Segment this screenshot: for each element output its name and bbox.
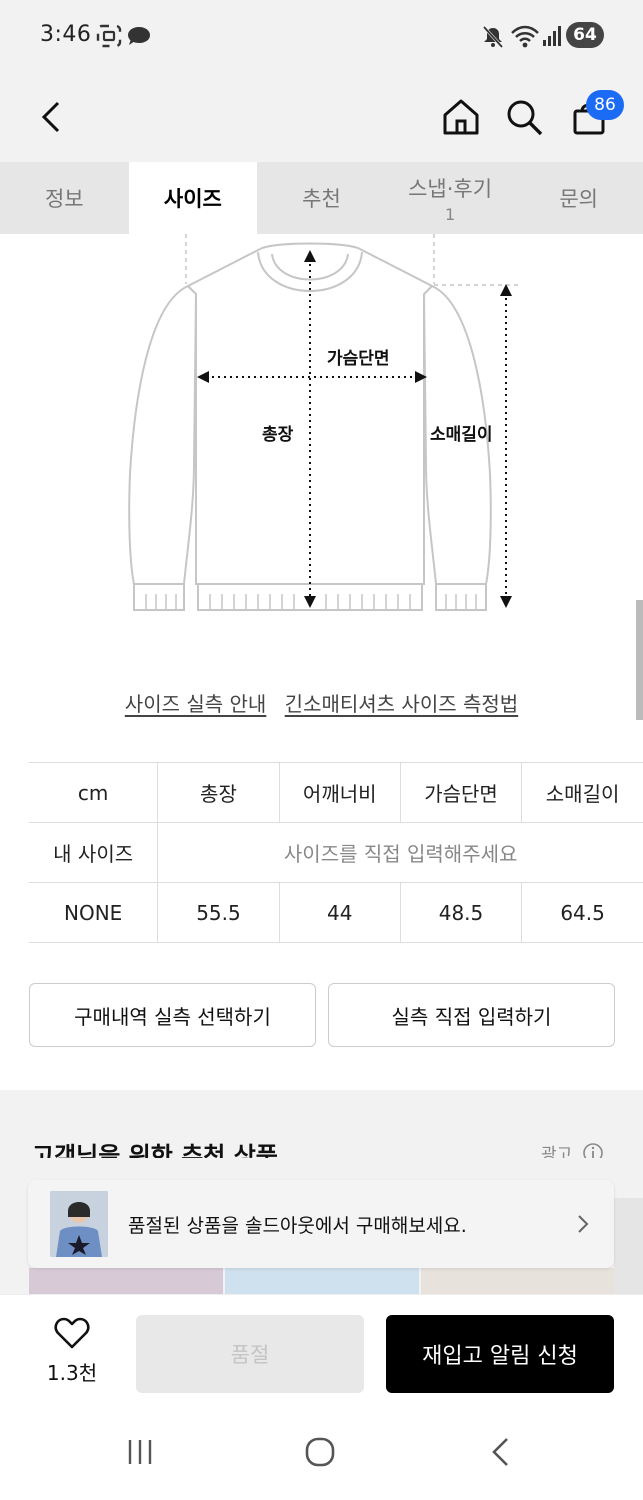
chat-bubble-icon <box>128 27 150 45</box>
product-image <box>50 1191 108 1257</box>
product-thumbnail[interactable] <box>421 1268 615 1294</box>
search-icon <box>507 100 543 136</box>
wifi-icon <box>511 25 539 48</box>
system-nav-bar <box>0 1404 643 1500</box>
tab-size[interactable]: 사이즈 <box>128 162 258 234</box>
select-purchase-history-button[interactable]: 구매내역 실측 선택하기 <box>29 983 316 1047</box>
table-header-cell: 가슴단면 <box>399 762 522 823</box>
back-nav-icon <box>492 1438 508 1466</box>
heart-icon <box>54 1317 90 1349</box>
tab-recommend[interactable]: 추천 <box>257 162 386 234</box>
direct-input-button[interactable]: 실측 직접 입력하기 <box>328 983 615 1047</box>
purchase-bar: 1.3천 품절 재입고 알림 신청 <box>0 1294 643 1404</box>
product-thumbnail[interactable] <box>225 1268 419 1294</box>
right-cuff <box>435 583 487 611</box>
review-count: 1 <box>444 204 456 224</box>
measure-buttons: 구매내역 실측 선택하기 실측 직접 입력하기 <box>29 983 615 1047</box>
table-header-cell: cm <box>29 762 158 823</box>
back-nav-button[interactable] <box>470 1432 530 1472</box>
recommend-products <box>29 1268 615 1294</box>
home-button[interactable] <box>436 92 486 142</box>
tab-label: 문의 <box>559 187 598 211</box>
measure-guide-link[interactable]: 긴소매티셔츠 사이즈 측정법 <box>285 692 519 716</box>
soldout-button: 품절 <box>136 1315 364 1393</box>
recent-apps-icon <box>128 1440 152 1464</box>
product-thumbnail[interactable] <box>29 1268 223 1294</box>
recent-apps-button[interactable] <box>110 1432 170 1472</box>
cart-count-badge: 86 <box>586 90 624 120</box>
soldout-toast[interactable]: 품절된 상품을 솔드아웃에서 구매해보세요. <box>28 1180 614 1268</box>
search-button[interactable] <box>499 92 549 142</box>
table-cell: 44 <box>278 882 401 943</box>
tab-label: 정보 <box>44 187 84 211</box>
toast-message: 품절된 상품을 솔드아웃에서 구매해보세요. <box>128 1214 467 1237</box>
tab-info[interactable]: 정보 <box>0 162 129 234</box>
restock-alert-button[interactable]: 재입고 알림 신청 <box>386 1315 614 1393</box>
sleeve-label: 소매길이 <box>430 425 493 445</box>
screenshot-icon <box>96 24 122 48</box>
toast-thumbnail <box>50 1191 108 1257</box>
status-time: 3:46 <box>40 22 92 47</box>
table-row: NONE 55.5 44 48.5 64.5 <box>29 882 643 943</box>
info-icon[interactable] <box>582 1142 604 1158</box>
left-sleeve <box>128 284 198 585</box>
tab-label: 사이즈 <box>163 187 222 211</box>
ad-label: 광고 <box>541 1140 604 1158</box>
tab-inquiry[interactable]: 문의 <box>514 162 643 234</box>
next-product-peek <box>614 1198 643 1298</box>
mute-icon <box>482 25 504 49</box>
my-size-label: 내 사이즈 <box>29 822 158 883</box>
table-header-row: cm 총장 어깨너비 가슴단면 소매길이 <box>29 762 643 823</box>
chest-label: 가슴단면 <box>327 349 390 369</box>
battery-indicator: 64 <box>566 22 604 48</box>
back-icon <box>41 101 60 133</box>
home-nav-button[interactable] <box>290 1432 350 1472</box>
table-cell: 48.5 <box>399 882 522 943</box>
tab-label: 추천 <box>302 187 341 211</box>
product-tabs: 정보 사이즈 추천 스냅·후기 1 문의 <box>0 162 643 234</box>
size-guide-link[interactable]: 사이즈 실측 안내 <box>125 692 267 716</box>
table-header-cell: 어깨너비 <box>278 762 401 823</box>
size-table: cm 총장 어깨너비 가슴단면 소매길이 내 사이즈 사이즈를 직접 입력해주세… <box>29 762 643 943</box>
my-size-row[interactable]: 내 사이즈 사이즈를 직접 입력해주세요 <box>29 822 643 883</box>
recommend-title: 고객님을 위한 추천 상품 <box>32 1142 278 1158</box>
table-cell: 64.5 <box>521 882 643 943</box>
signal-icon <box>543 26 561 46</box>
status-bar: 3:46 64 <box>0 0 643 72</box>
like-button[interactable]: 1.3천 <box>40 1317 104 1386</box>
table-header-cell: 소매길이 <box>521 762 643 823</box>
back-button[interactable] <box>26 92 76 142</box>
chevron-right-icon <box>578 1215 589 1233</box>
table-cell: 55.5 <box>157 882 280 943</box>
tab-snap-review[interactable]: 스냅·후기 1 <box>386 162 515 234</box>
home-circle-icon <box>305 1437 335 1467</box>
home-icon <box>443 99 479 135</box>
like-count: 1.3천 <box>46 1361 98 1385</box>
table-header-cell: 총장 <box>157 762 280 823</box>
size-name-cell: NONE <box>29 882 158 943</box>
ad-label-text: 광고 <box>541 1145 573 1158</box>
header <box>0 72 643 162</box>
size-diagram: 가슴단면 총장 소매길이 <box>128 234 520 611</box>
length-label: 총장 <box>262 425 294 445</box>
tab-label: 스냅·후기 <box>408 176 493 201</box>
my-size-input-prompt[interactable]: 사이즈를 직접 입력해주세요 <box>157 822 643 883</box>
size-guide-links: 사이즈 실측 안내 긴소매티셔츠 사이즈 측정법 <box>0 688 643 717</box>
